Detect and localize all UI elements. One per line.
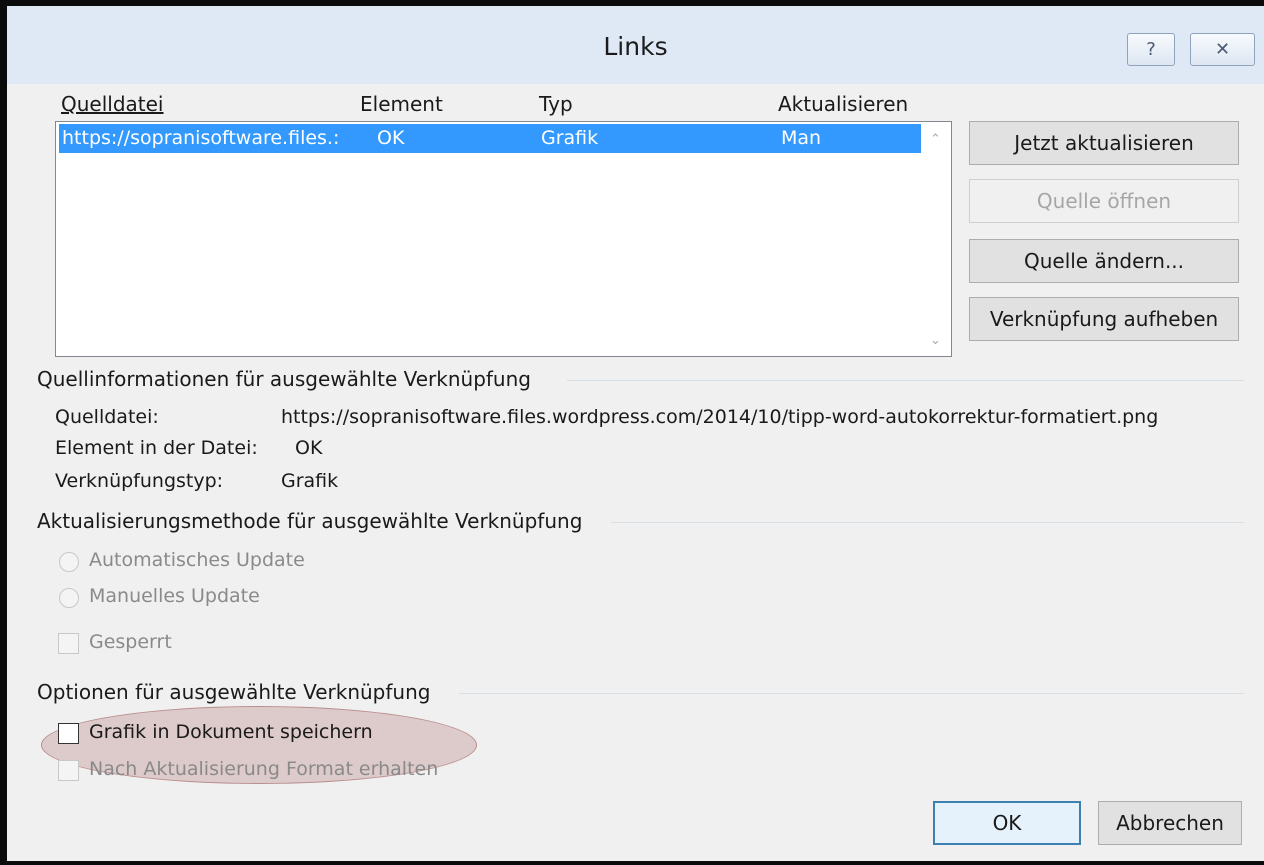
help-icon: ? — [1146, 39, 1156, 60]
column-header-typ[interactable]: Typ — [539, 92, 573, 116]
source-file-value: https://sopranisoftware.files.wordpress.… — [281, 406, 1159, 428]
auto-update-radio[interactable] — [59, 552, 79, 572]
title-bar: Links ? ✕ — [7, 6, 1264, 84]
update-now-button[interactable]: Jetzt aktualisieren — [969, 121, 1239, 165]
column-header-quelldatei[interactable]: Quelldatei — [61, 92, 164, 116]
keep-format-label: Nach Aktualisierung Format erhalten — [89, 758, 439, 780]
ok-button[interactable]: OK — [933, 801, 1081, 845]
close-button[interactable]: ✕ — [1190, 33, 1255, 66]
dialog-title: Links — [603, 32, 668, 61]
cell-element: OK — [377, 127, 405, 149]
scroll-down-icon[interactable]: ⌄ — [930, 333, 941, 348]
link-type-label: Verknüpfungstyp: — [55, 470, 224, 492]
change-source-button[interactable]: Quelle ändern... — [969, 239, 1239, 283]
column-header-element[interactable]: Element — [360, 92, 443, 116]
manual-update-label: Manuelles Update — [89, 585, 260, 607]
link-type-value: Grafik — [281, 470, 339, 492]
cell-quelldatei: https://sopranisoftware.files.: — [62, 127, 340, 149]
locked-checkbox[interactable] — [58, 633, 79, 654]
source-info-heading: Quellinformationen für ausgewählte Verkn… — [37, 367, 531, 391]
close-icon: ✕ — [1214, 39, 1231, 60]
save-graphic-in-document-label: Grafik in Dokument speichern — [89, 721, 373, 743]
links-dialog: Links ? ✕ Quelldatei Element Typ Aktuali… — [0, 0, 1264, 865]
break-link-button[interactable]: Verknüpfung aufheben — [969, 297, 1239, 341]
save-graphic-in-document-checkbox[interactable] — [58, 723, 79, 744]
links-list[interactable]: https://sopranisoftware.files.: OK Grafi… — [55, 121, 952, 357]
scroll-up-icon[interactable]: ⌃ — [930, 132, 941, 147]
column-header-aktualisieren[interactable]: Aktualisieren — [778, 92, 908, 116]
cancel-button[interactable]: Abbrechen — [1098, 801, 1242, 845]
update-method-heading: Aktualisierungsmethode für ausgewählte V… — [37, 509, 583, 533]
open-source-button[interactable]: Quelle öffnen — [969, 179, 1239, 223]
section-divider — [567, 380, 1244, 381]
keep-format-checkbox[interactable] — [58, 760, 79, 781]
source-file-label: Quelldatei: — [55, 406, 159, 428]
cell-aktualisieren: Man — [781, 127, 822, 149]
locked-label: Gesperrt — [89, 631, 172, 653]
section-divider — [459, 693, 1244, 694]
dialog-body: Quelldatei Element Typ Aktualisieren htt… — [7, 84, 1264, 861]
element-value: OK — [295, 437, 323, 459]
cell-typ: Grafik — [541, 127, 599, 149]
auto-update-label: Automatisches Update — [89, 549, 305, 571]
help-button[interactable]: ? — [1127, 33, 1175, 66]
manual-update-radio[interactable] — [59, 588, 79, 608]
section-divider — [611, 522, 1244, 523]
element-label: Element in der Datei: — [55, 437, 258, 459]
list-scrollbar[interactable]: ⌃ ⌄ — [923, 124, 949, 354]
list-item[interactable]: https://sopranisoftware.files.: OK Grafi… — [59, 124, 921, 153]
options-heading: Optionen für ausgewählte Verknüpfung — [37, 680, 431, 704]
